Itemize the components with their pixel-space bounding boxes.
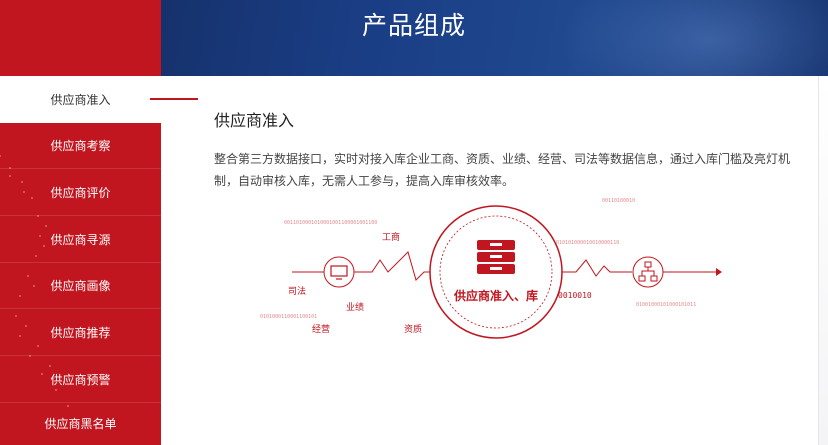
- sidebar-item-supplier-blacklist[interactable]: 供应商黑名单: [0, 402, 161, 445]
- flow-zigzag-right: [562, 259, 632, 277]
- sidebar-item-supplier-inspection[interactable]: 供应商考察: [0, 122, 161, 169]
- binary-top-left: 0011010001010001001100001001100: [284, 220, 377, 226]
- center-label: 供应商准入、库: [453, 288, 538, 303]
- sidebar-item-supplier-sourcing[interactable]: 供应商寻源: [0, 216, 161, 263]
- top-banner: 产品组成: [0, 0, 828, 76]
- label-operation: 经营: [312, 323, 330, 335]
- sidebar-item-label: 供应商考察: [50, 138, 111, 153]
- sidebar-item-label: 供应商寻源: [50, 232, 111, 247]
- database-icon: [477, 240, 515, 274]
- sidebar-item-label: 供应商画像: [50, 278, 111, 293]
- binary-small-a: 010101000010010000110: [556, 240, 619, 246]
- admission-diagram: 供应商准入、库 工商 司法 业绩 经营 资质 00110100010100010…: [260, 198, 722, 339]
- sidebar-item-label: 供应商评价: [50, 185, 111, 200]
- sidebar-item-label: 供应商预警: [50, 372, 111, 387]
- flow-zigzag-left: [354, 251, 432, 281]
- binary-small-b: 0101000110001100101: [260, 314, 317, 320]
- page-title: 产品组成: [361, 11, 466, 40]
- monitor-circle: [323, 256, 355, 288]
- label-business-registry: 工商: [382, 231, 400, 243]
- sidebar-item-supplier-warning[interactable]: 供应商预警: [0, 356, 161, 403]
- sidebar-item-supplier-evaluation[interactable]: 供应商评价: [0, 169, 161, 216]
- right-edge: [818, 76, 828, 445]
- binary-top-right: 00110100010: [602, 198, 635, 204]
- content-title: 供应商准入: [214, 111, 295, 130]
- sidebar-item-supplier-admission[interactable]: 供应商准入: [0, 76, 161, 123]
- label-judicial: 司法: [288, 285, 306, 297]
- sidebar-item-label: 供应商黑名单: [44, 417, 117, 431]
- label-performance: 业绩: [346, 301, 364, 313]
- content-description: 整合第三方数据接口，实时对接入库企业工商、资质、业绩、经营、司法等数据信息，通过…: [214, 152, 791, 188]
- sidebar-item-label: 供应商准入: [50, 93, 111, 107]
- active-indicator-line: [150, 98, 198, 100]
- arrow-head: [716, 268, 722, 276]
- binary-mid-right: 0010010: [558, 291, 592, 300]
- sidebar-item-supplier-profile[interactable]: 供应商画像: [0, 262, 161, 309]
- sidebar-item-supplier-recommend[interactable]: 供应商推荐: [0, 309, 161, 356]
- sidebar-item-label: 供应商推荐: [50, 325, 111, 340]
- label-qualification: 资质: [404, 323, 422, 335]
- binary-small-c: 01001000101000101011: [636, 302, 696, 308]
